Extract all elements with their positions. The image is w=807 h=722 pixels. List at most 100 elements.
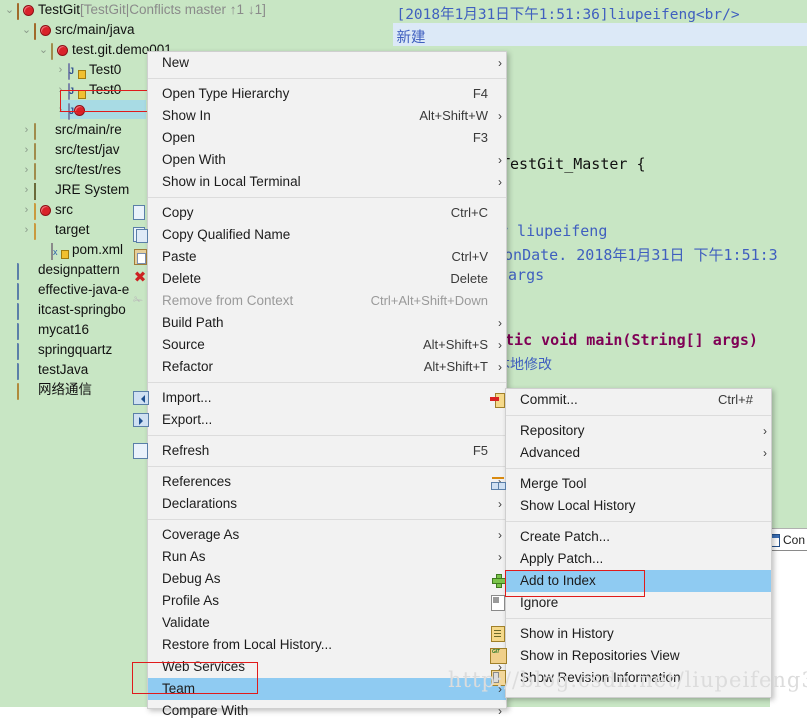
menu-item-copy-qualified-name[interactable]: Copy Qualified Name: [133, 224, 506, 246]
java-file-icon: [68, 82, 86, 100]
menu-item-show-in-repositories-view[interactable]: Show in Repositories View: [490, 641, 771, 667]
menu-item-source[interactable]: Source Alt+Shift+S ›: [148, 334, 506, 356]
menu-item-commit[interactable]: Commit... Ctrl+#: [490, 389, 771, 411]
tree-twisty-icon[interactable]: ⌄: [4, 4, 15, 16]
menu-item-refresh[interactable]: Refresh F5: [133, 440, 506, 462]
tree-twisty-icon[interactable]: ›: [55, 84, 66, 96]
menu-item-open[interactable]: Open F3: [148, 127, 506, 149]
menu-item-paste[interactable]: Paste Ctrl+V: [134, 246, 506, 268]
tree-item[interactable]: ⌄ TestGit [TestGit|Conflicts master ↑1 ↓1…: [0, 0, 393, 20]
menu-item-restore-from-local-history[interactable]: Restore from Local History...: [148, 634, 506, 656]
menu-item-declarations[interactable]: Declarations ›: [148, 493, 506, 515]
menu-item-apply-patch[interactable]: Apply Patch...: [506, 548, 771, 570]
tree-twisty-icon[interactable]: ›: [21, 184, 32, 196]
menu-item-label: Create Patch...: [520, 529, 611, 544]
menu-item-open-type-hierarchy[interactable]: Open Type Hierarchy F4: [148, 83, 506, 105]
copy-icon: [132, 204, 148, 221]
menu-item-run-as[interactable]: Run As ›: [148, 546, 506, 568]
menu-item-label: Show Local History: [520, 498, 636, 513]
menu-item-label: Declarations: [162, 496, 238, 511]
menu-item-create-patch[interactable]: Create Patch...: [506, 526, 771, 548]
tree-item-label: src: [55, 202, 73, 217]
menu-item-merge-tool[interactable]: Merge Tool: [491, 473, 771, 495]
remove-context-icon: ✁: [133, 293, 144, 307]
tree-twisty-icon[interactable]: ›: [55, 104, 66, 116]
tree-item-label: src/test/jav: [55, 142, 120, 157]
menu-item-ignore[interactable]: Ignore: [491, 592, 771, 614]
menu-item-refactor[interactable]: Refactor Alt+Shift+T ›: [148, 356, 506, 378]
menu-item-advanced[interactable]: Advanced ›: [506, 442, 771, 464]
menu-item-repository[interactable]: Repository ›: [506, 420, 771, 442]
project-explorer-context-menu[interactable]: New › Open Type Hierarchy F4 Show In Alt+Shif…: [133, 51, 507, 718]
menu-item-references[interactable]: References›: [148, 471, 506, 493]
submenu-arrow-icon: ›: [498, 704, 502, 718]
tree-twisty-icon[interactable]: ›: [21, 224, 32, 236]
menu-item-export[interactable]: Export...: [133, 409, 506, 431]
menu-item-shortcut: Ctrl+Alt+Shift+Down: [370, 293, 488, 308]
tree-twisty-icon[interactable]: ›: [21, 144, 32, 156]
watermark-text: http://blog.csdn.net/liupeifeng3514: [448, 668, 807, 692]
menu-item-label: Open With: [162, 152, 226, 167]
tree-twisty-icon[interactable]: ›: [21, 204, 32, 216]
menu-item-show-local-history[interactable]: Show Local History: [506, 495, 771, 517]
tree-twisty-icon[interactable]: ›: [55, 64, 66, 76]
menu-item-show-in-history[interactable]: Show in History: [491, 623, 771, 645]
package-icon: [34, 142, 51, 160]
package-icon: [34, 162, 51, 180]
menu-item-label: Remove from Context: [162, 293, 294, 308]
menu-item-validate[interactable]: Validate: [148, 612, 506, 634]
menu-item-open-with[interactable]: Open With ›: [148, 149, 506, 171]
project-folder-icon: [17, 362, 34, 380]
java-file-dirty-icon: [68, 102, 85, 120]
menu-item-show-in[interactable]: Show In Alt+Shift+W ›: [148, 105, 506, 127]
merge-tool-icon: [490, 475, 506, 492]
menu-separator: [506, 618, 771, 619]
menu-item-compare-with[interactable]: Compare With ›: [148, 700, 506, 722]
menu-item-copy[interactable]: Copy Ctrl+C: [133, 202, 506, 224]
tree-twisty-icon[interactable]: ⌄: [21, 24, 32, 36]
copy-qualified-icon: [132, 226, 148, 243]
menu-item-label: Refactor: [162, 359, 214, 374]
tree-twisty-icon[interactable]: ⌄: [38, 44, 49, 56]
menu-item-label: References: [162, 474, 232, 489]
menu-item-coverage-as[interactable]: Coverage As ›: [148, 524, 506, 546]
menu-item-shortcut: F5: [472, 443, 488, 458]
menu-item-label: Ignore: [520, 595, 559, 610]
menu-item-delete[interactable]: ✖ Delete Delete: [134, 268, 506, 290]
menu-item-label: Export...: [162, 412, 213, 427]
tree-item-label: effective-java-e: [38, 282, 130, 297]
tree-item[interactable]: ⌄ src/main/java: [0, 20, 393, 40]
menu-item-label: Coverage As: [162, 527, 240, 542]
menu-item-label: Open: [162, 130, 196, 145]
delete-icon: ✖: [133, 269, 147, 286]
tree-item-suffix: [TestGit|Conflicts master ↑1 ↓1]: [80, 2, 266, 17]
menu-item-label: Add to Index: [520, 573, 596, 588]
menu-separator: [506, 415, 771, 416]
menu-item-show-in-local-terminal[interactable]: Show in Local Terminal ›: [148, 171, 506, 193]
tree-item-label: springquartz: [38, 342, 113, 357]
menu-item-profile-as[interactable]: Profile As›: [148, 590, 506, 612]
tree-twisty-icon[interactable]: ›: [21, 124, 32, 136]
menu-item-add-to-index[interactable]: Add to Index: [492, 570, 771, 592]
menu-item-label: Show in History: [520, 626, 614, 641]
paste-icon: [132, 248, 148, 265]
folder-icon: [34, 202, 51, 220]
menu-item-build-path[interactable]: Build Path ›: [148, 312, 506, 334]
tree-item-label: Test0: [89, 82, 122, 97]
menu-item-shortcut: Alt+Shift+W: [419, 108, 488, 123]
tree-item-label: Test0: [89, 62, 122, 77]
menu-item-shortcut: F3: [472, 130, 488, 145]
submenu-arrow-icon: ›: [498, 109, 502, 123]
menu-item-remove-from-context[interactable]: ✁ Remove from Context Ctrl+Alt+Shift+Down: [133, 290, 506, 312]
project-folder-icon: [17, 282, 34, 300]
team-submenu[interactable]: Commit... Ctrl+# Repository › Advanced › Merge…: [490, 388, 772, 698]
menu-item-label: Copy: [162, 205, 194, 220]
menu-item-new[interactable]: New ›: [148, 52, 506, 74]
project-folder-icon: [17, 322, 34, 340]
menu-item-label: Run As: [162, 549, 206, 564]
tree-item-label: src/main/re: [55, 122, 122, 137]
menu-item-import[interactable]: Import...: [133, 387, 506, 409]
menu-separator: [148, 435, 506, 436]
tree-twisty-icon[interactable]: ›: [21, 164, 32, 176]
menu-item-debug-as[interactable]: Debug As ›: [148, 568, 506, 590]
